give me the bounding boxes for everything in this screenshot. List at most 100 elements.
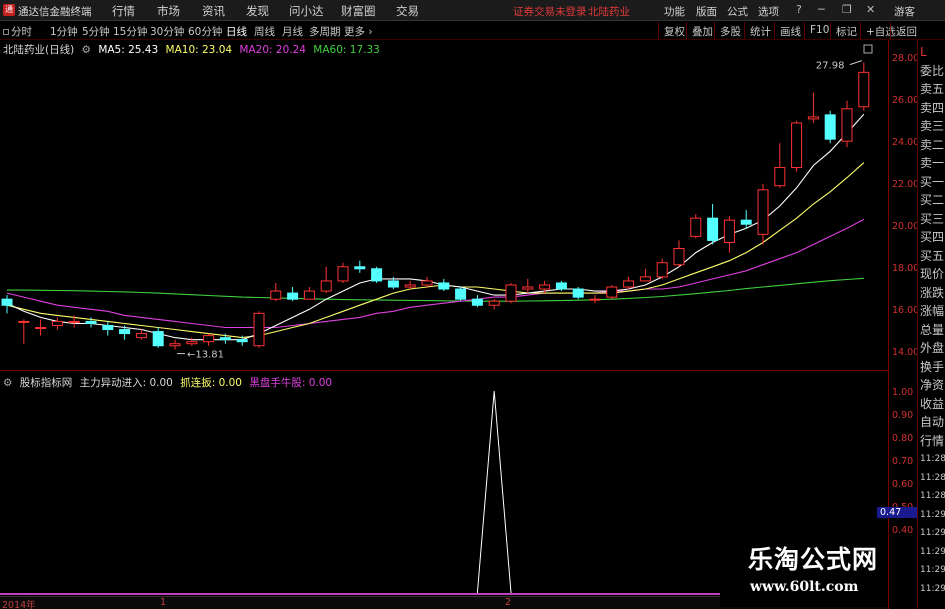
candle-body [774,167,786,187]
candle-body [270,290,282,300]
tab-monthly[interactable]: 月线 [282,24,303,39]
candle-body [35,327,47,330]
candlestick-chart[interactable]: 27.98 ←13.81 [0,40,888,370]
watermark: 乐淘公式网 www.60lt.com [720,535,888,607]
candle-body [320,280,332,292]
app-logo-icon: 通 [3,4,15,16]
ma60-line [7,277,864,302]
candle-body [539,284,551,290]
watermark-title: 乐淘公式网 [748,545,879,574]
candle-body [387,280,399,288]
side-panel-item: L [920,45,927,59]
menu-options[interactable]: 选项 [758,4,779,19]
expand-icon [863,44,873,54]
menu-item-wealth[interactable]: 财富圈 [341,3,376,19]
menu-item-ask[interactable]: 问小达 [289,3,324,19]
tab-1min[interactable]: 1分钟 [50,24,78,39]
candle-body [807,116,819,120]
side-panel-item: 现价 [920,267,945,281]
tab-60min[interactable]: 60分钟 [188,24,222,39]
btn-f10[interactable]: F10 [804,22,833,39]
guest-user[interactable]: 游客 [894,4,915,19]
candle-body [404,284,416,288]
candle-body [354,266,366,270]
candle-body [186,341,198,345]
ma5-line [6,113,865,341]
close-icon[interactable]: ✕ [866,3,875,16]
side-panel-item: 涨幅 [920,304,945,318]
candle-body [135,333,147,339]
tab-5min[interactable]: 5分钟 [82,24,110,39]
restore-icon[interactable]: ❐ [842,3,852,16]
candle-body [371,268,383,282]
price-axis: 28.00 26.00 24.00 22.00 20.00 18.00 16.0… [877,40,920,609]
btn-statistics[interactable]: 统计 [744,22,775,39]
btn-back[interactable]: 返回 [890,22,921,39]
candle-body [555,282,567,290]
quote-side-panel[interactable]: L 委比 卖五 卖四 卖三 卖二 卖一 买一 买二 买三 买四 买五 现价 涨跌 涨幅 总量 外盘 换手 净资 收益自… [917,40,945,609]
login-notice[interactable]: 证券交易未登录 [513,4,587,19]
candle-body [287,292,299,300]
tab-timeshare[interactable]: 分时 [3,24,32,39]
indicator-tick: 0.90 [892,410,914,421]
side-panel-item: 卖二 [920,137,945,152]
side-panel-item: 11:29 [920,583,945,594]
candle-body [1,298,13,306]
high-price-label: 27.98 [816,61,845,72]
tab-15min[interactable]: 15分钟 [113,24,147,39]
main-force-spike-line [476,390,512,596]
side-panel-item: 买一 [920,174,945,189]
side-panel-item: 11:28 [920,491,945,501]
menu-formula[interactable]: 公式 [727,4,748,19]
menu-item-trade[interactable]: 交易 [396,3,419,19]
chevron-right-icon: › [365,26,373,38]
btn-restore-rights[interactable]: 复权 [658,22,689,39]
minimize-icon[interactable]: ─ [818,3,825,16]
tab-timeshare-label: 分时 [11,26,32,38]
menu-function[interactable]: 功能 [664,4,685,19]
btn-multi-stock[interactable]: 多股 [714,22,745,39]
btn-draw-line[interactable]: 画线 [774,22,805,39]
btn-mark[interactable]: 标记 [830,22,861,39]
candle-body [438,282,450,290]
checkbox-icon [3,29,9,35]
candle-body [606,286,618,298]
side-panel-item: 外盘 [920,341,945,355]
app-name: 通达信金融终端 [18,6,92,18]
tab-more[interactable]: 更多 › [344,24,373,39]
tab-daily[interactable]: 日线 [226,24,247,39]
price-tick: 24.00 [892,137,920,148]
menu-layout[interactable]: 版面 [696,4,717,19]
candle-body [673,248,685,266]
candle-body [421,280,433,286]
tab-multi-period[interactable]: 多周期 [309,24,341,39]
btn-overlay[interactable]: 叠加 [686,22,717,39]
indicator-tick: 0.80 [892,433,914,444]
menu-item-discover[interactable]: 发现 [246,3,269,19]
tab-weekly[interactable]: 周线 [254,24,275,39]
tab-30min[interactable]: 30分钟 [150,24,184,39]
side-panel-item: 委比 [920,63,945,78]
date-label-month2: 2 [505,597,512,608]
candle-body [455,288,467,300]
candle-body [471,298,483,306]
menu-item-shichang[interactable]: 市场 [157,3,180,19]
side-panel-item: 自动 [920,415,945,429]
indicator-tick: 0.70 [892,456,914,467]
side-panel-item: 11:28 [920,472,945,483]
candle-body [236,339,248,343]
side-panel-item: 净资 [920,378,945,392]
side-panel-item: 11:28 [920,454,945,464]
tab-more-label: 更多 [344,26,365,38]
price-tick: 14.00 [892,347,920,358]
menu-item-market[interactable]: 行情 [112,3,135,19]
side-panel-item: 11:29 [920,565,945,575]
menu-item-news[interactable]: 资讯 [202,3,225,19]
price-tick: 20.00 [892,221,920,232]
period-toolbar: 分时 1分钟 5分钟 15分钟 30分钟 60分钟 日线 周线 月线 多周期 更… [0,21,945,40]
candle-body [623,280,635,288]
help-icon[interactable]: ? [796,3,802,16]
candle-body [203,335,215,343]
candle-body [219,337,231,341]
candle-body [858,71,870,108]
